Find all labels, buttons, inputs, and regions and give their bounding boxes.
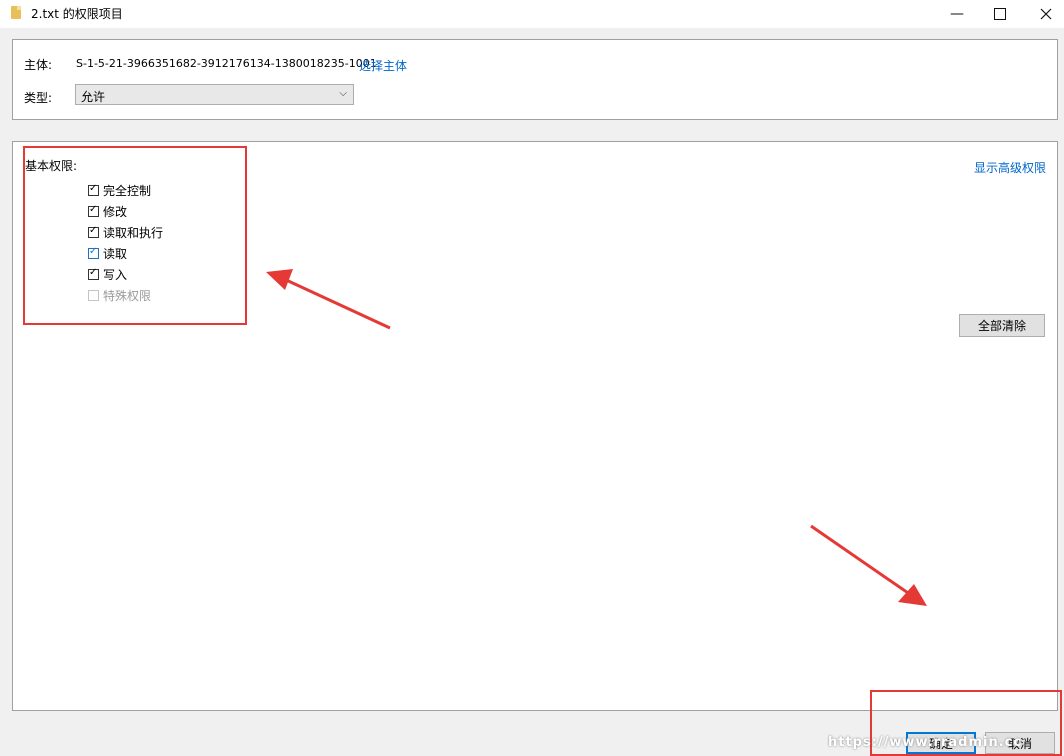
watermark-text: https://www.rradmin.cc [828, 735, 1023, 750]
maximize-button[interactable] [977, 0, 1023, 28]
minimize-icon: — [950, 6, 964, 22]
file-icon [11, 6, 21, 19]
principal-sid: S-1-5-21-3966351682-3912176134-138001823… [76, 57, 377, 70]
clear-all-button[interactable]: 全部清除 [959, 314, 1045, 337]
minimize-button[interactable]: — [934, 0, 980, 28]
select-principal-link[interactable]: 选择主体 [359, 57, 407, 74]
principal-panel [12, 39, 1058, 120]
annotation-box-permissions [23, 146, 247, 325]
close-button[interactable] [1023, 0, 1064, 28]
window-title: 2.txt 的权限项目 [31, 7, 123, 21]
title-bar: 2.txt 的权限项目 — [0, 0, 1064, 28]
annotation-arrow-down-icon [810, 524, 927, 606]
type-select-value: 允许 [81, 90, 106, 104]
type-label: 类型: [24, 91, 53, 105]
chevron-down-icon: ⌵ [339, 88, 347, 99]
principal-label: 主体: [24, 58, 53, 72]
show-advanced-permissions-link[interactable]: 显示高级权限 [974, 159, 1046, 176]
maximize-icon [994, 8, 1006, 20]
close-icon [1040, 8, 1052, 20]
annotation-arrow-left-icon [266, 269, 391, 330]
type-select[interactable]: 允许 ⌵ [75, 84, 354, 105]
